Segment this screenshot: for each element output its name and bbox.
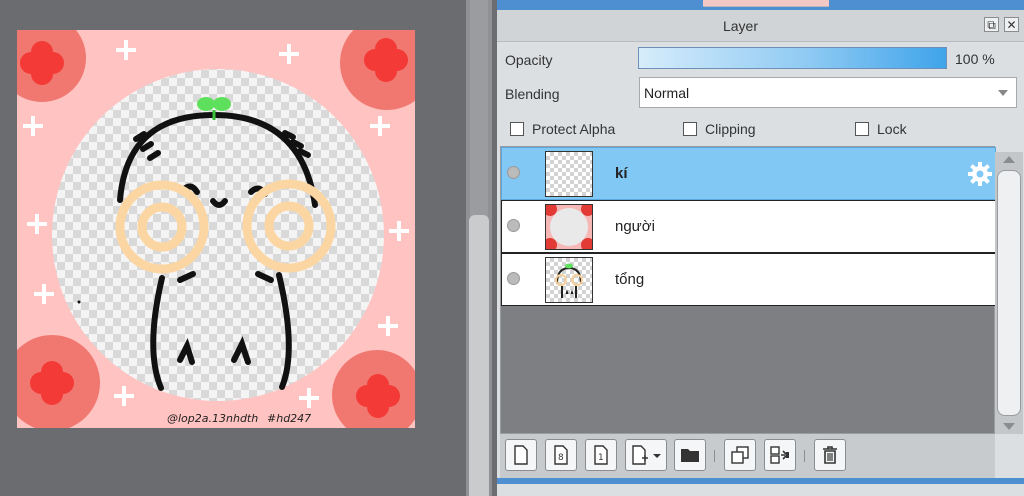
new-8bit-layer-icon: 8 (554, 445, 568, 465)
artwork-canvas[interactable]: @lop2a.13nhdth #hd247 (17, 30, 415, 428)
protect-alpha-checkbox[interactable]: Protect Alpha (510, 121, 615, 137)
svg-text:1: 1 (598, 453, 604, 463)
merge-down-icon (770, 446, 789, 464)
layer-row-nguoi[interactable]: người (501, 200, 996, 253)
toolbar-separator (804, 450, 805, 462)
toolbar-separator (714, 450, 715, 462)
lock-checkbox[interactable]: Lock (855, 121, 907, 137)
folder-icon (681, 449, 699, 462)
maximize-icon[interactable]: ⧉ (984, 17, 999, 32)
new-special-layer-button[interactable] (625, 439, 667, 471)
close-icon[interactable]: ✕ (1004, 17, 1019, 32)
layer-row-tong[interactable]: tổng (501, 253, 996, 306)
blending-label: Blending (505, 86, 560, 102)
duplicate-icon (731, 446, 749, 464)
layer-row-ki[interactable]: kí (501, 147, 996, 200)
next-panel-header (497, 484, 1024, 496)
layer-list-scroll-thumb[interactable] (997, 170, 1021, 416)
layer-list: kí người tổng (500, 146, 996, 434)
new-8bit-layer-button[interactable]: 8 (545, 439, 577, 471)
opacity-label: Opacity (505, 52, 553, 68)
signature-text: @lop2a.13nhdth (167, 412, 258, 425)
new-folder-button[interactable] (674, 439, 706, 471)
checkbox-box[interactable] (683, 122, 697, 136)
layer-toolbar: 8 1 (500, 434, 995, 482)
layer-panel: Layer ⧉ ✕ Opacity 100 % Blending Normal … (497, 10, 1024, 496)
scroll-down-icon[interactable] (1003, 423, 1015, 430)
navigator-thumbnail-edge (703, 0, 829, 7)
panel-bottom-strip (497, 478, 1024, 496)
layer-name: tổng (615, 271, 645, 288)
clipping-checkbox[interactable]: Clipping (683, 121, 756, 137)
new-1bit-layer-button[interactable]: 1 (585, 439, 617, 471)
scroll-thumb[interactable] (469, 215, 489, 496)
lock-label: Lock (877, 121, 907, 137)
visibility-dot-icon[interactable] (507, 219, 520, 232)
svg-text:8: 8 (558, 453, 564, 463)
canvas-viewport[interactable]: @lop2a.13nhdth #hd247 (0, 0, 466, 496)
new-layer-icon (514, 445, 528, 465)
layer-thumbnail (545, 204, 593, 250)
trash-icon (823, 446, 837, 464)
layer-name: kí (615, 165, 628, 182)
duplicate-layer-button[interactable] (724, 439, 756, 471)
layer-list-scrollbar[interactable] (995, 152, 1023, 434)
chevron-down-icon (998, 90, 1008, 96)
layer-thumbnail (545, 151, 593, 197)
blending-select[interactable]: Normal (639, 77, 1017, 108)
opacity-value: 100 % (955, 51, 995, 67)
layer-name: người (615, 218, 655, 235)
opacity-slider[interactable] (638, 47, 947, 69)
delete-layer-button[interactable] (814, 439, 846, 471)
new-1bit-layer-icon: 1 (594, 445, 608, 465)
canvas-vertical-scrollbar[interactable] (466, 0, 492, 496)
panel-title-bar: Layer ⧉ ✕ (497, 10, 1024, 42)
visibility-dot-icon[interactable] (507, 272, 520, 285)
new-layer-button[interactable] (505, 439, 537, 471)
clipping-label: Clipping (705, 121, 756, 137)
scroll-up-icon[interactable] (1003, 156, 1015, 163)
layer-thumbnail (545, 257, 593, 303)
new-special-layer-icon (632, 445, 661, 465)
hashtag-text: #hd247 (267, 412, 311, 425)
protect-alpha-label: Protect Alpha (532, 121, 616, 137)
blending-value: Normal (644, 85, 690, 101)
panel-title: Layer (722, 18, 759, 34)
visibility-dot-icon[interactable] (507, 166, 520, 179)
gear-icon[interactable] (967, 161, 993, 187)
checkbox-box[interactable] (510, 122, 524, 136)
merge-down-button[interactable] (764, 439, 796, 471)
panel-top-strip (497, 0, 1024, 10)
checkbox-box[interactable] (855, 122, 869, 136)
